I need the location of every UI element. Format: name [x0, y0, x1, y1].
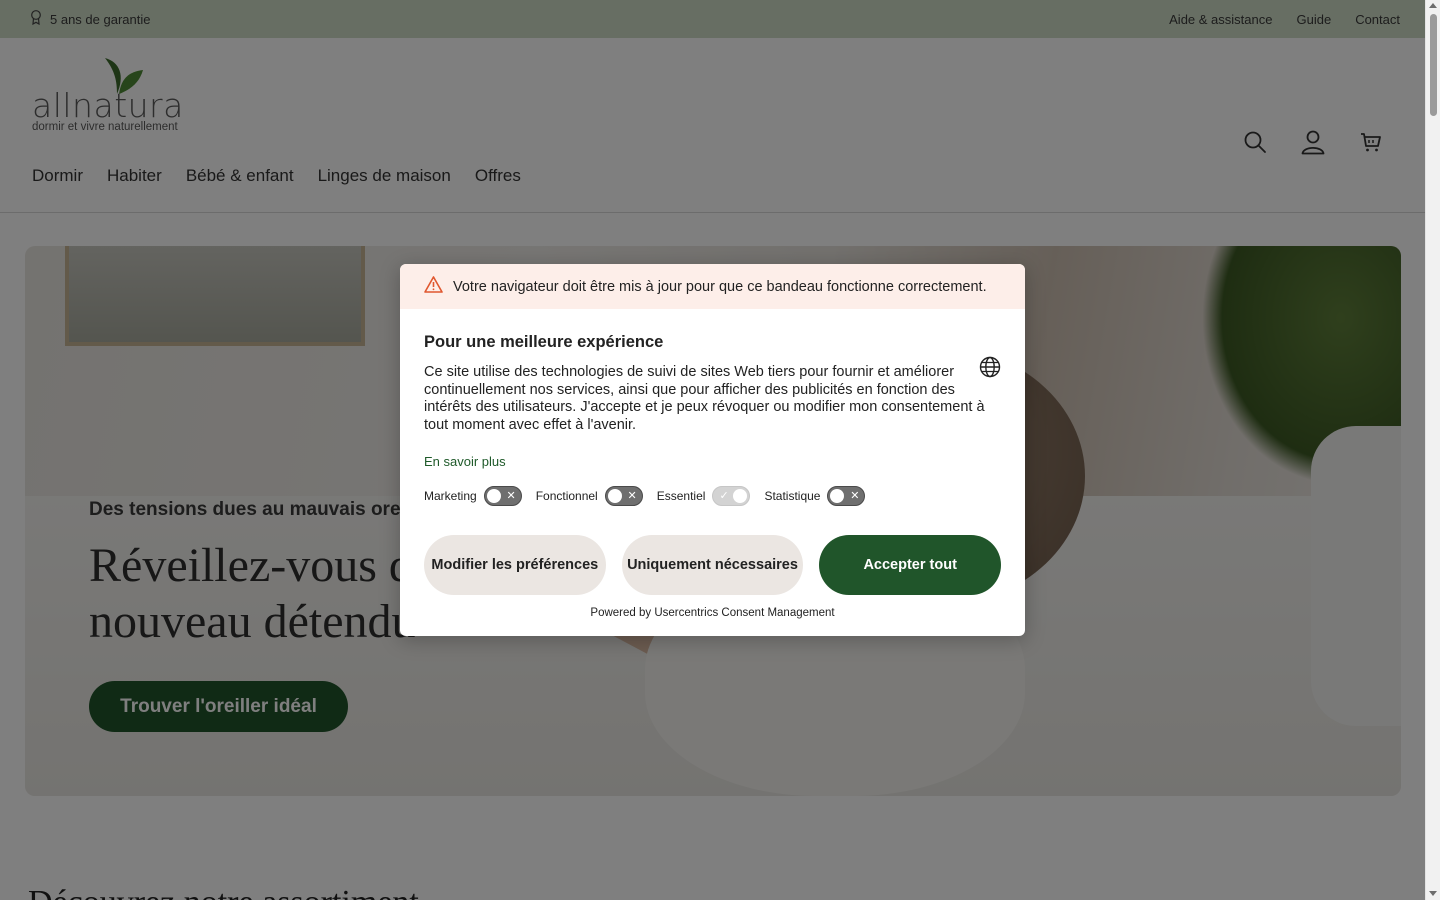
- consent-dialog: Votre navigateur doit être mis à jour po…: [400, 264, 1025, 636]
- toggle-essentiel-switch: ✓: [712, 486, 751, 506]
- powered-by: Powered by Usercentrics Consent Manageme…: [590, 607, 835, 619]
- toggle-marketing-switch[interactable]: ✕: [483, 486, 522, 506]
- consent-toggles: Marketing ✕ Fonctionnel ✕ Essentiel ✓ St…: [424, 486, 1001, 506]
- consent-description: Ce site utilise des technologies de suiv…: [424, 364, 985, 433]
- accept-all-button[interactable]: Accepter tout: [819, 535, 1002, 595]
- learn-more-link[interactable]: En savoir plus: [424, 454, 506, 469]
- page-scrollbar[interactable]: [1425, 0, 1440, 900]
- toggle-fonctionnel-label: Fonctionnel: [535, 489, 598, 503]
- language-globe-icon[interactable]: [979, 356, 1001, 383]
- scroll-up-arrow-icon[interactable]: [1429, 3, 1437, 8]
- modify-preferences-button[interactable]: Modifier les préférences: [424, 535, 606, 595]
- x-icon: ✕: [506, 490, 516, 502]
- toggle-fonctionnel: Fonctionnel ✕: [536, 486, 643, 506]
- warning-text: Votre navigateur doit être mis à jour po…: [453, 278, 987, 295]
- consent-title: Pour une meilleure expérience: [424, 333, 664, 351]
- browser-warning: Votre navigateur doit être mis à jour po…: [400, 264, 1025, 309]
- toggle-essentiel: Essentiel ✓: [657, 486, 751, 506]
- only-necessary-button[interactable]: Uniquement nécessaires: [621, 535, 804, 595]
- toggle-fonctionnel-switch[interactable]: ✕: [604, 486, 643, 506]
- toggle-statistique-label: Statistique: [764, 489, 821, 503]
- toggle-statistique: Statistique ✕: [764, 486, 866, 506]
- warning-icon: [424, 276, 443, 297]
- toggle-essentiel-label: Essentiel: [656, 489, 706, 503]
- x-icon: ✕: [627, 490, 637, 502]
- toggle-marketing: Marketing ✕: [424, 486, 522, 506]
- scroll-down-arrow-icon[interactable]: [1429, 891, 1437, 896]
- x-icon: ✕: [850, 490, 860, 502]
- toggle-marketing-label: Marketing: [424, 489, 477, 503]
- toggle-statistique-switch[interactable]: ✕: [827, 486, 866, 506]
- check-icon: ✓: [719, 490, 729, 502]
- scrollbar-thumb[interactable]: [1430, 14, 1437, 116]
